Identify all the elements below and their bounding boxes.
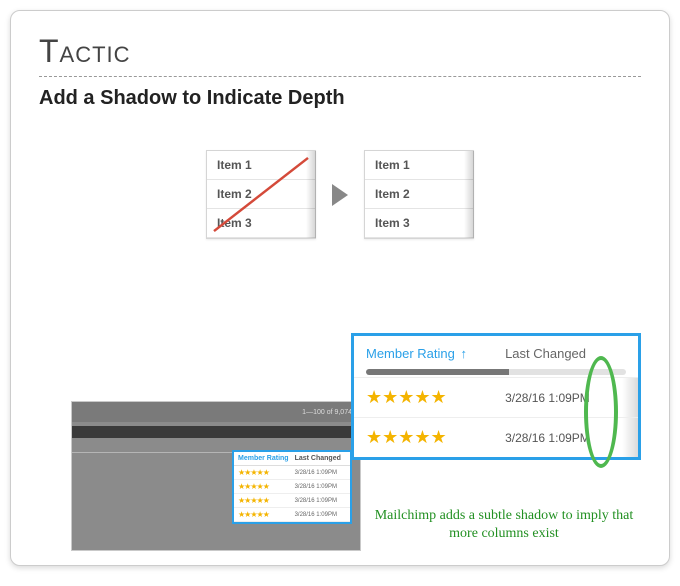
- col-header-changed: Last Changed: [505, 346, 626, 361]
- list-item: Item 2: [365, 180, 473, 209]
- list-item: Item 3: [365, 209, 473, 238]
- stars-icon: ★★★★★: [238, 496, 295, 505]
- table-row: ★★★★★ 3/28/16 1:09PM: [354, 377, 638, 417]
- col-header-changed: Last Changed: [295, 455, 346, 462]
- list-item: Item 1: [207, 151, 315, 180]
- timestamp: 3/28/16 1:09PM: [505, 431, 626, 445]
- section-label: Tactic: [39, 33, 641, 77]
- annotation-caption: Mailchimp adds a subtle shadow to imply …: [369, 507, 639, 543]
- list-item: Item 3: [207, 209, 315, 238]
- depth-shadow: [622, 378, 638, 417]
- timestamp: 3/28/16 1:09PM: [295, 484, 346, 490]
- arrow-right-icon: [332, 184, 348, 206]
- stars-icon: ★★★★★: [238, 510, 295, 519]
- tactic-card: Tactic Add a Shadow to Indicate Depth It…: [10, 10, 670, 566]
- bad-example: Item 1 Item 2 Item 3: [206, 150, 316, 239]
- mini-callout: Member Rating Last Changed ★★★★★3/28/16 …: [232, 450, 352, 524]
- sort-asc-icon: ↑: [461, 346, 468, 361]
- background-screenshot: 1—100 of 9,074 Member Rating Last Change…: [71, 401, 361, 551]
- list-item: Item 1: [365, 151, 473, 180]
- stars-icon: ★★★★★: [238, 482, 295, 491]
- timestamp: 3/28/16 1:09PM: [295, 512, 346, 518]
- col-header-rating: Member Rating ↑: [366, 346, 505, 361]
- horizontal-scrollbar[interactable]: [366, 369, 626, 375]
- col-header-rating: Member Rating: [238, 455, 295, 462]
- tactic-title: Add a Shadow to Indicate Depth: [39, 87, 641, 110]
- list-item: Item 2: [207, 180, 315, 209]
- stars-icon: ★★★★★: [366, 387, 505, 408]
- stars-icon: ★★★★★: [238, 468, 295, 477]
- comparison-row: Item 1 Item 2 Item 3 Item 1 Item 2 Item …: [39, 150, 641, 239]
- pager-text: 1—100 of 9,074: [302, 409, 352, 416]
- example-block: 1—100 of 9,074 Member Rating Last Change…: [11, 325, 669, 565]
- good-example: Item 1 Item 2 Item 3: [364, 150, 474, 239]
- timestamp: 3/28/16 1:09PM: [295, 498, 346, 504]
- zoom-callout: Member Rating ↑ Last Changed ★★★★★ 3/28/…: [351, 333, 641, 460]
- stars-icon: ★★★★★: [366, 427, 505, 448]
- table-row: ★★★★★ 3/28/16 1:09PM: [354, 417, 638, 457]
- depth-shadow: [622, 418, 638, 457]
- timestamp: 3/28/16 1:09PM: [505, 391, 626, 405]
- timestamp: 3/28/16 1:09PM: [295, 470, 346, 476]
